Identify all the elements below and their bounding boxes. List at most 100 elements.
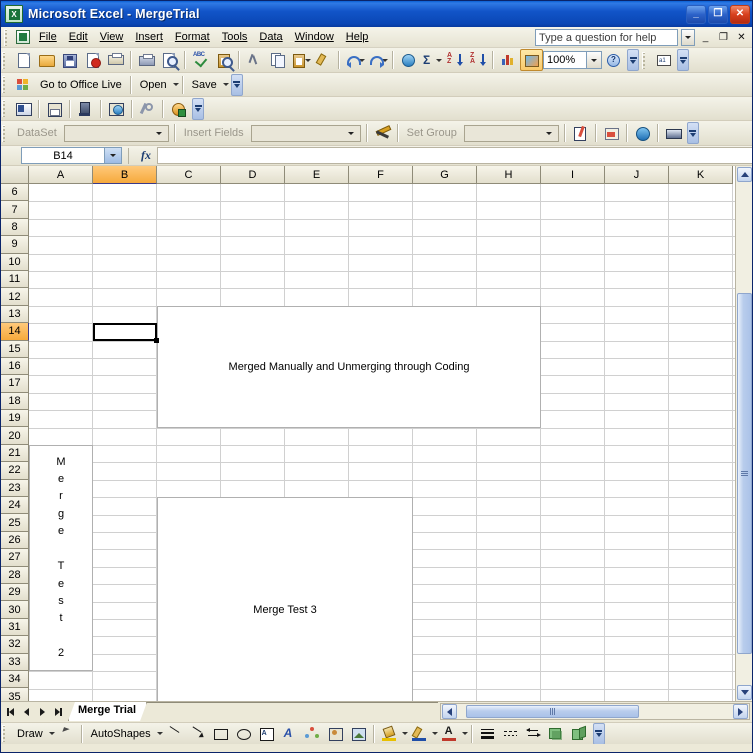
dataset-toolbar-overflow-button[interactable] [686, 122, 699, 144]
dataset-toolbar-grip[interactable] [2, 124, 9, 142]
tools-icon[interactable] [136, 98, 159, 120]
custom-toolbar-grip[interactable] [642, 51, 649, 69]
menu-file[interactable]: File [33, 29, 63, 45]
row-header-24[interactable]: 24 [1, 497, 29, 515]
row-header-29[interactable]: 29 [1, 583, 29, 602]
autosum-icon[interactable]: Σ [420, 49, 443, 71]
row-header-20[interactable]: 20 [1, 427, 29, 445]
format-painter-icon[interactable] [312, 49, 335, 71]
scroll-right-button[interactable] [733, 704, 748, 719]
insert-fields-combo[interactable] [250, 124, 361, 142]
standard-toolbar-grip[interactable] [2, 51, 9, 69]
line-icon[interactable] [163, 723, 186, 745]
menu-tools[interactable]: Tools [216, 29, 254, 45]
first-sheet-button[interactable] [3, 705, 18, 720]
menu-insert[interactable]: Insert [129, 29, 169, 45]
row-header-9[interactable]: 9 [1, 236, 29, 254]
row-header-25[interactable]: 25 [1, 514, 29, 532]
row-header-6[interactable]: 6 [1, 184, 29, 202]
arrow-style-icon[interactable] [522, 723, 545, 745]
vertical-scroll-thumb[interactable] [737, 293, 752, 654]
merged-region-test3[interactable]: Merge Test 3 [157, 497, 413, 701]
draw-menu-button[interactable]: Draw [12, 728, 48, 740]
set-group-combo[interactable] [463, 124, 559, 142]
ask-dropdown-arrow[interactable] [681, 28, 695, 46]
fill-color-icon[interactable] [378, 723, 401, 745]
row-header-30[interactable]: 30 [1, 601, 29, 619]
insert-function-icon[interactable]: fx [135, 148, 157, 163]
row-header-26[interactable]: 26 [1, 531, 29, 550]
previous-sheet-button[interactable] [19, 705, 34, 720]
paste-dropdown-arrow[interactable] [305, 58, 311, 62]
autoshapes-menu-button[interactable]: AutoShapes [86, 728, 156, 740]
cells-area[interactable]: Merged Manually and Unmerging through Co… [29, 184, 752, 701]
zoom-dropdown-arrow[interactable] [587, 51, 602, 69]
wordart-icon[interactable]: A [278, 723, 301, 745]
row-header-16[interactable]: 16 [1, 357, 29, 376]
row-header-28[interactable]: 28 [1, 566, 29, 584]
new-icon[interactable] [12, 49, 35, 71]
next-sheet-button[interactable] [35, 705, 50, 720]
mdi-close-button[interactable]: ✕ [734, 30, 749, 45]
oval-icon[interactable] [232, 723, 255, 745]
row-header-17[interactable]: 17 [1, 375, 29, 393]
permission-icon[interactable] [81, 49, 104, 71]
maximize-button[interactable]: ❐ [708, 4, 728, 24]
row-header-11[interactable]: 11 [1, 270, 29, 289]
copy-icon[interactable] [266, 49, 289, 71]
row-header-19[interactable]: 19 [1, 410, 29, 428]
column-header-K[interactable]: K [669, 166, 733, 184]
chart-wizard-icon[interactable] [497, 49, 520, 71]
row-header-15[interactable]: 15 [1, 340, 29, 358]
menu-help[interactable]: Help [340, 29, 375, 45]
refresh-icon[interactable] [167, 98, 190, 120]
last-sheet-button[interactable] [51, 705, 66, 720]
save-report-icon[interactable] [43, 98, 66, 120]
line-style-icon[interactable] [476, 723, 499, 745]
design-tools-icon[interactable] [371, 122, 394, 144]
formula-input[interactable] [157, 147, 752, 164]
row-header-10[interactable]: 10 [1, 253, 29, 271]
row-header-27[interactable]: 27 [1, 549, 29, 567]
active-cell-b14[interactable] [93, 323, 157, 341]
table-tool-icon[interactable]: a1 [652, 49, 675, 71]
mdi-minimize-button[interactable]: _ [698, 30, 713, 45]
print-preview-icon[interactable] [158, 49, 181, 71]
horizontal-scroll-thumb[interactable] [466, 705, 639, 718]
custom-report-overflow-button[interactable] [192, 97, 204, 120]
menu-grip[interactable] [4, 28, 11, 46]
open-dropdown-arrow[interactable] [172, 83, 179, 86]
sort-ascending-icon[interactable]: AZ [443, 49, 466, 71]
menu-window[interactable]: Window [289, 29, 340, 45]
row-header-7[interactable]: 7 [1, 201, 29, 219]
row-header-22[interactable]: 22 [1, 462, 29, 480]
office-live-save-button[interactable]: Save [187, 79, 222, 91]
minimize-button[interactable]: _ [686, 4, 706, 24]
autosum-dropdown-arrow[interactable] [436, 58, 442, 62]
font-color-dropdown-arrow[interactable] [461, 732, 468, 735]
close-button[interactable]: ✕ [730, 4, 750, 24]
select-objects-icon[interactable] [55, 723, 78, 745]
drawing-toolbar-overflow-button[interactable] [592, 722, 605, 745]
horizontal-scrollbar[interactable] [440, 703, 750, 720]
go-to-office-live-button[interactable]: Go to Office Live [35, 79, 127, 91]
palette-icon[interactable] [600, 122, 623, 144]
row-header-21[interactable]: 21 [1, 444, 29, 463]
row-header-8[interactable]: 8 [1, 218, 29, 237]
ask-a-question-input[interactable]: Type a question for help [535, 28, 678, 46]
email-icon[interactable] [104, 49, 127, 71]
row-header-34[interactable]: 34 [1, 670, 29, 689]
edit-icon[interactable] [569, 122, 592, 144]
vertical-scrollbar[interactable] [735, 166, 752, 701]
fill-color-dropdown-arrow[interactable] [401, 732, 408, 735]
row-header-12[interactable]: 12 [1, 288, 29, 306]
3d-style-icon[interactable] [568, 723, 591, 745]
column-header-B[interactable]: B [93, 166, 157, 184]
draw-dropdown-arrow[interactable] [48, 732, 55, 735]
paste-icon[interactable] [289, 49, 312, 71]
hyperlink-icon[interactable] [397, 49, 420, 71]
row-header-33[interactable]: 33 [1, 653, 29, 671]
scroll-up-button[interactable] [737, 167, 752, 182]
cut-icon[interactable] [243, 49, 266, 71]
merged-region-vertical[interactable]: Merge Test 2 [29, 445, 93, 672]
